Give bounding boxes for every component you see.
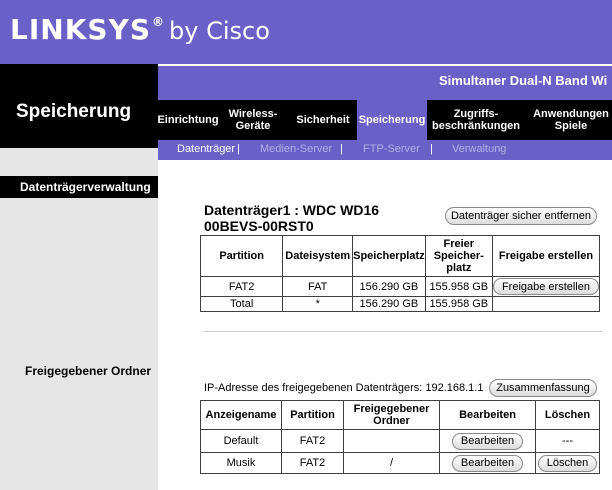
cell-name: Default (200, 429, 282, 453)
col-freigegebener-ordner: Freigegebener Ordner (343, 400, 440, 430)
edit-button[interactable]: Bearbeiten (451, 432, 524, 450)
tab-einrichtung[interactable]: Einrichtung (157, 100, 218, 140)
tab-zugriffsbeschraenkungen[interactable]: Zugriffs-beschränkungen (430, 100, 522, 140)
linksys-logo: LINKSYS® by Cisco (10, 13, 270, 46)
cell-delete: --- (535, 429, 600, 453)
col-dateisystem: Dateisystem (282, 235, 354, 277)
sidebar (0, 160, 158, 490)
column-gap (158, 160, 166, 490)
cell-delete: Löschen (535, 452, 600, 474)
subtab-ftp-server[interactable]: FTP-Server (363, 143, 420, 155)
shared-folder-label: Freigegebener Ordner (25, 364, 152, 378)
disk-table: Partition Dateisystem Speicherplatz Frei… (199, 235, 601, 312)
cell-free: 155.958 GB (424, 296, 493, 312)
sidebar-heading: Datenträgerverwaltung (20, 180, 151, 194)
cell-space: 156.290 GB (352, 296, 426, 312)
cell-folder: / (343, 452, 440, 474)
table-row: Default FAT2 Bearbeiten --- (200, 429, 600, 453)
section-divider (204, 331, 602, 332)
cell-space: 156.290 GB (352, 276, 426, 297)
cell-fs: * (282, 296, 354, 312)
cell-edit: Bearbeiten (439, 452, 536, 474)
cell-folder (343, 429, 440, 453)
cell-partition: Total (199, 296, 284, 312)
col-partition: Partition (199, 235, 284, 277)
cell-partition: FAT2 (199, 276, 284, 297)
col-freigabe-erstellen: Freigabe erstellen (491, 235, 601, 277)
subtab-medien-server[interactable]: Medien-Server (260, 143, 332, 155)
subtab-datentraeger[interactable]: Datenträger (177, 143, 235, 155)
tab-speicherung[interactable]: Speicherung (357, 100, 427, 140)
col-partition: Partition (281, 400, 344, 430)
cell-fs: FAT (282, 276, 354, 297)
cell-action: Freigabe erstellen (491, 276, 601, 297)
col-speicherplatz: Speicherplatz (352, 235, 426, 277)
tab-anwendungen-spiele[interactable]: Anwendungen Spiele (530, 100, 612, 140)
table-row: Total * 156.290 GB 155.958 GB (199, 296, 601, 312)
logo-registered-mark: ® (152, 15, 165, 29)
create-share-button[interactable]: Freigabe erstellen (492, 278, 599, 295)
cell-edit: Bearbeiten (439, 429, 536, 453)
edit-button[interactable]: Bearbeiten (451, 454, 524, 472)
logo-text: LINKSYS (10, 13, 151, 46)
shared-ip-address: IP-Adresse des freigegebenen Datenträger… (204, 382, 484, 394)
tab-wireless[interactable]: Wireless-Geräte (222, 100, 284, 140)
col-freier-speicherplatz: Freier Speicher-platz (424, 235, 493, 277)
summary-button[interactable]: Zusammenfassung (489, 379, 597, 397)
remove-disk-button[interactable]: Datenträger sicher entfernen (445, 207, 597, 225)
subtab-separator: | (237, 143, 240, 155)
delete-button[interactable]: Löschen (537, 454, 598, 472)
cell-free: 155.958 GB (424, 276, 493, 297)
logo-by-cisco: by Cisco (169, 17, 270, 45)
cell-partition: FAT2 (281, 429, 344, 453)
subtab-verwaltung[interactable]: Verwaltung (452, 143, 506, 155)
shares-table: Anzeigename Partition Freigegebener Ordn… (200, 400, 600, 474)
disk-title: Datenträger1 : WDC WD16 00BEVS-00RST0 (204, 202, 380, 234)
cell-name: Musik (200, 452, 282, 474)
col-bearbeiten: Bearbeiten (439, 400, 536, 430)
subtab-separator: | (430, 143, 433, 155)
col-anzeigename: Anzeigename (200, 400, 282, 430)
col-loeschen: Löschen (535, 400, 600, 430)
table-row: Musik FAT2 / Bearbeiten Löschen (200, 452, 600, 474)
sidebar-top (0, 148, 158, 160)
cell-action (491, 296, 601, 312)
subtab-separator: | (340, 143, 343, 155)
tab-sicherheit[interactable]: Sicherheit (290, 100, 356, 140)
page-title: Speicherung (16, 101, 132, 122)
table-row: FAT2 FAT 156.290 GB 155.958 GB Freigabe … (199, 276, 601, 297)
cell-partition: FAT2 (281, 452, 344, 474)
product-name: Simultaner Dual-N Band Wi (439, 73, 608, 88)
